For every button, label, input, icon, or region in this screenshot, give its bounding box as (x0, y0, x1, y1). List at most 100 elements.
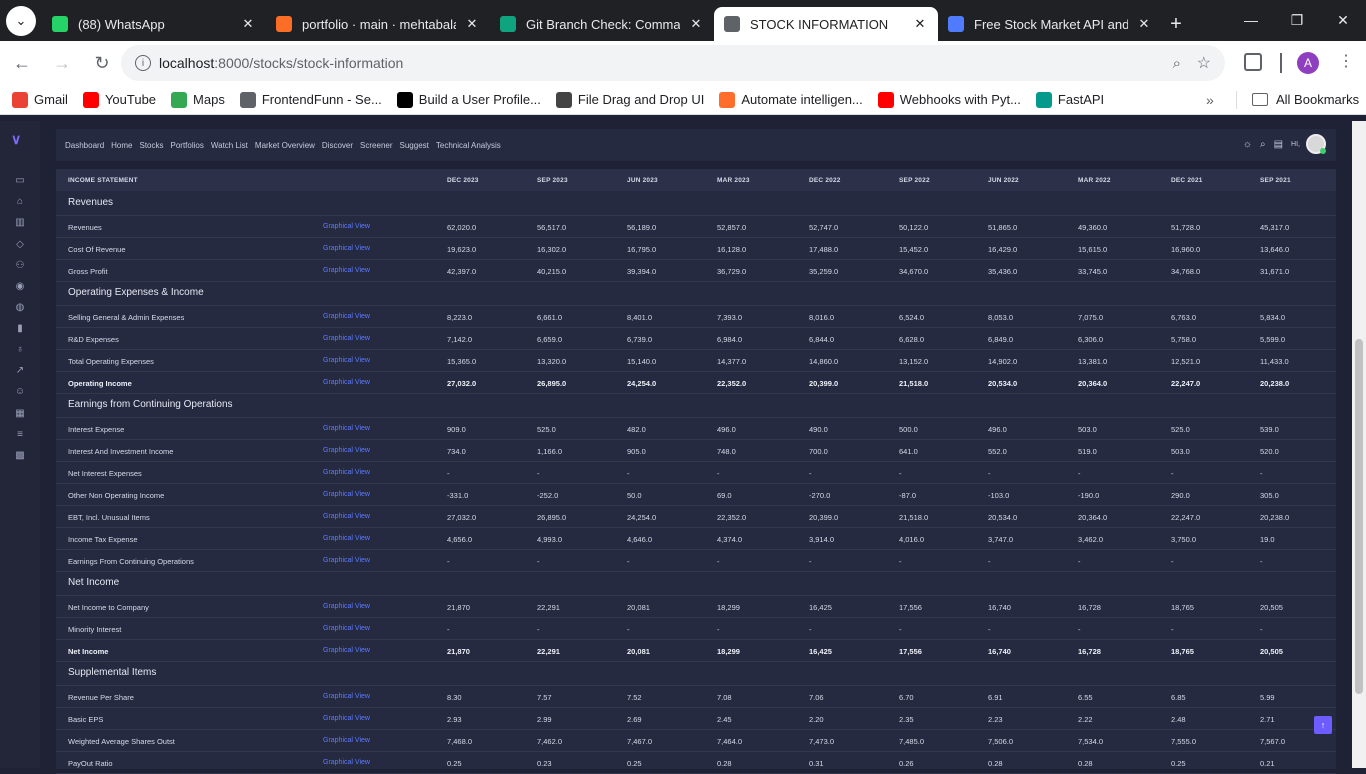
globe-icon[interactable]: ◍ (13, 300, 27, 314)
page-scrollbar[interactable] (1352, 121, 1366, 768)
new-tab-button[interactable]: + (1162, 7, 1190, 41)
tab-close-icon[interactable]: ✕ (688, 16, 704, 32)
graphical-view-link[interactable]: Graphical View (323, 267, 370, 274)
nav-link[interactable]: Technical Analysis (436, 141, 501, 150)
forward-icon[interactable]: → (44, 45, 80, 81)
graphical-view-link[interactable]: Graphical View (323, 469, 370, 476)
bookmark-item[interactable]: Webhooks with Pyt... (877, 91, 1021, 108)
bookmark-item[interactable]: Gmail (12, 91, 68, 108)
nav-link[interactable]: Market Overview (255, 141, 315, 150)
restore-icon[interactable]: ❐ (1274, 0, 1320, 40)
nav-link[interactable]: Home (111, 141, 132, 150)
tab-close-icon[interactable]: ✕ (912, 16, 928, 32)
search-icon[interactable]: ⌕ (1260, 139, 1266, 150)
scroll-top-button[interactable]: ↑ (1314, 716, 1332, 734)
back-icon[interactable]: ← (4, 45, 40, 81)
row-label: Revenues (68, 223, 102, 232)
graphical-view-link[interactable]: Graphical View (323, 603, 370, 610)
bookmark-star-icon[interactable]: ☆ (1197, 53, 1211, 73)
site-info-icon[interactable]: i (135, 55, 151, 71)
bank-icon[interactable]: ▥ (13, 215, 27, 229)
bookmark-item[interactable]: FrontendFunn - Se... (239, 91, 382, 108)
calendar-icon[interactable]: ▦ (13, 406, 27, 420)
graphical-view-link[interactable]: Graphical View (323, 357, 370, 364)
nav-link[interactable]: Portfolios (171, 141, 204, 150)
more-bookmarks-icon[interactable]: » (1206, 92, 1214, 108)
nav-link[interactable]: Discover (322, 141, 353, 150)
graphical-view-link[interactable]: Graphical View (323, 759, 370, 766)
scrollbar-thumb[interactable] (1355, 339, 1363, 694)
browser-tab[interactable]: portfolio · main · mehtabalam ✕ (266, 7, 490, 41)
graphical-view-link[interactable]: Graphical View (323, 313, 370, 320)
row-label: Interest Expense (68, 425, 125, 434)
graphical-view-link[interactable]: Graphical View (323, 535, 370, 542)
value-cell: 20,399.0 (809, 379, 839, 388)
graphical-view-link[interactable]: Graphical View (323, 245, 370, 252)
browser-tab[interactable]: STOCK INFORMATION ✕ (714, 7, 938, 41)
user-icon[interactable]: ☺ (13, 384, 27, 398)
graphical-view-link[interactable]: Graphical View (323, 737, 370, 744)
tab-close-icon[interactable]: ✕ (1136, 16, 1152, 32)
value-cell: 34,670.0 (899, 267, 929, 276)
eye-icon[interactable]: ◉ (13, 279, 27, 293)
browser-tab[interactable]: Git Branch Check: Command ✕ (490, 7, 714, 41)
close-window-icon[interactable]: ✕ (1320, 0, 1366, 40)
tab-search-button[interactable]: ⌄ (6, 6, 36, 36)
box-icon[interactable]: ◇ (13, 237, 27, 251)
graphical-view-link[interactable]: Graphical View (323, 447, 370, 454)
extensions-icon[interactable] (1244, 53, 1262, 71)
home-icon[interactable]: ⌂ (13, 194, 27, 208)
minimize-icon[interactable]: — (1228, 0, 1274, 40)
graphical-view-link[interactable]: Graphical View (323, 379, 370, 386)
nav-link[interactable]: Dashboard (65, 141, 104, 150)
theme-toggle-icon[interactable]: ☼ (1243, 139, 1252, 150)
graphical-view-link[interactable]: Graphical View (323, 625, 370, 632)
graphical-view-link[interactable]: Graphical View (323, 335, 370, 342)
grid-icon[interactable]: ▩ (13, 448, 27, 462)
graphical-view-link[interactable]: Graphical View (323, 223, 370, 230)
menu-kebab-icon[interactable]: ⋮ (1338, 51, 1354, 71)
bookmark-item[interactable]: YouTube (82, 91, 156, 108)
bookmark-favicon-icon (877, 91, 894, 108)
tab-close-icon[interactable]: ✕ (464, 16, 480, 32)
graphical-view-link[interactable]: Graphical View (323, 425, 370, 432)
value-cell: 0.31 (809, 759, 824, 768)
users-icon[interactable]: ⚇ (13, 258, 27, 272)
nav-link[interactable]: Stocks (139, 141, 163, 150)
bookmark-item[interactable]: Automate intelligen... (719, 91, 863, 108)
period-header: MAR 2023 (717, 177, 750, 184)
user-avatar[interactable] (1306, 134, 1326, 154)
browser-tab[interactable]: (88) WhatsApp ✕ (42, 7, 266, 41)
graphical-view-link[interactable]: Graphical View (323, 647, 370, 654)
tab-close-icon[interactable]: ✕ (240, 16, 256, 32)
bookmark-item[interactable]: FastAPI (1035, 91, 1104, 108)
trending-icon[interactable]: ↗ (13, 363, 27, 377)
all-bookmarks-button[interactable]: All Bookmarks (1252, 92, 1359, 107)
bookmark-item[interactable]: File Drag and Drop UI (555, 91, 704, 108)
bulb-icon[interactable]: ♁ (13, 342, 27, 356)
nav-link[interactable]: Screener (360, 141, 392, 150)
document-icon[interactable]: ▤ (1274, 139, 1283, 150)
value-cell: - (1260, 625, 1263, 634)
profile-avatar[interactable]: A (1297, 52, 1319, 74)
reload-icon[interactable]: ↻ (84, 45, 120, 81)
nav-link[interactable]: Watch List (211, 141, 248, 150)
layers-icon[interactable]: ≡ (13, 427, 27, 441)
graphical-view-link[interactable]: Graphical View (323, 715, 370, 722)
graphical-view-link[interactable]: Graphical View (323, 557, 370, 564)
zoom-icon[interactable]: ⌕ (1173, 55, 1181, 72)
bar-chart-icon[interactable]: ▮ (13, 321, 27, 335)
graphical-view-link[interactable]: Graphical View (323, 513, 370, 520)
address-bar[interactable]: i localhost:8000/stocks/stock-informatio… (121, 45, 1225, 81)
nav-link[interactable]: Suggest (400, 141, 429, 150)
graphical-view-link[interactable]: Graphical View (323, 693, 370, 700)
row-divider (56, 483, 1336, 484)
value-cell: 6,739.0 (627, 335, 653, 344)
browser-tab[interactable]: Free Stock Market API and Fi ✕ (938, 7, 1162, 41)
bookmark-item[interactable]: Maps (171, 91, 225, 108)
inbox-icon[interactable]: ▭ (13, 173, 27, 187)
row-label: Interest And Investment Income (68, 447, 174, 456)
graphical-view-link[interactable]: Graphical View (323, 491, 370, 498)
value-cell: - (899, 625, 902, 634)
bookmark-item[interactable]: Build a User Profile... (396, 91, 541, 108)
